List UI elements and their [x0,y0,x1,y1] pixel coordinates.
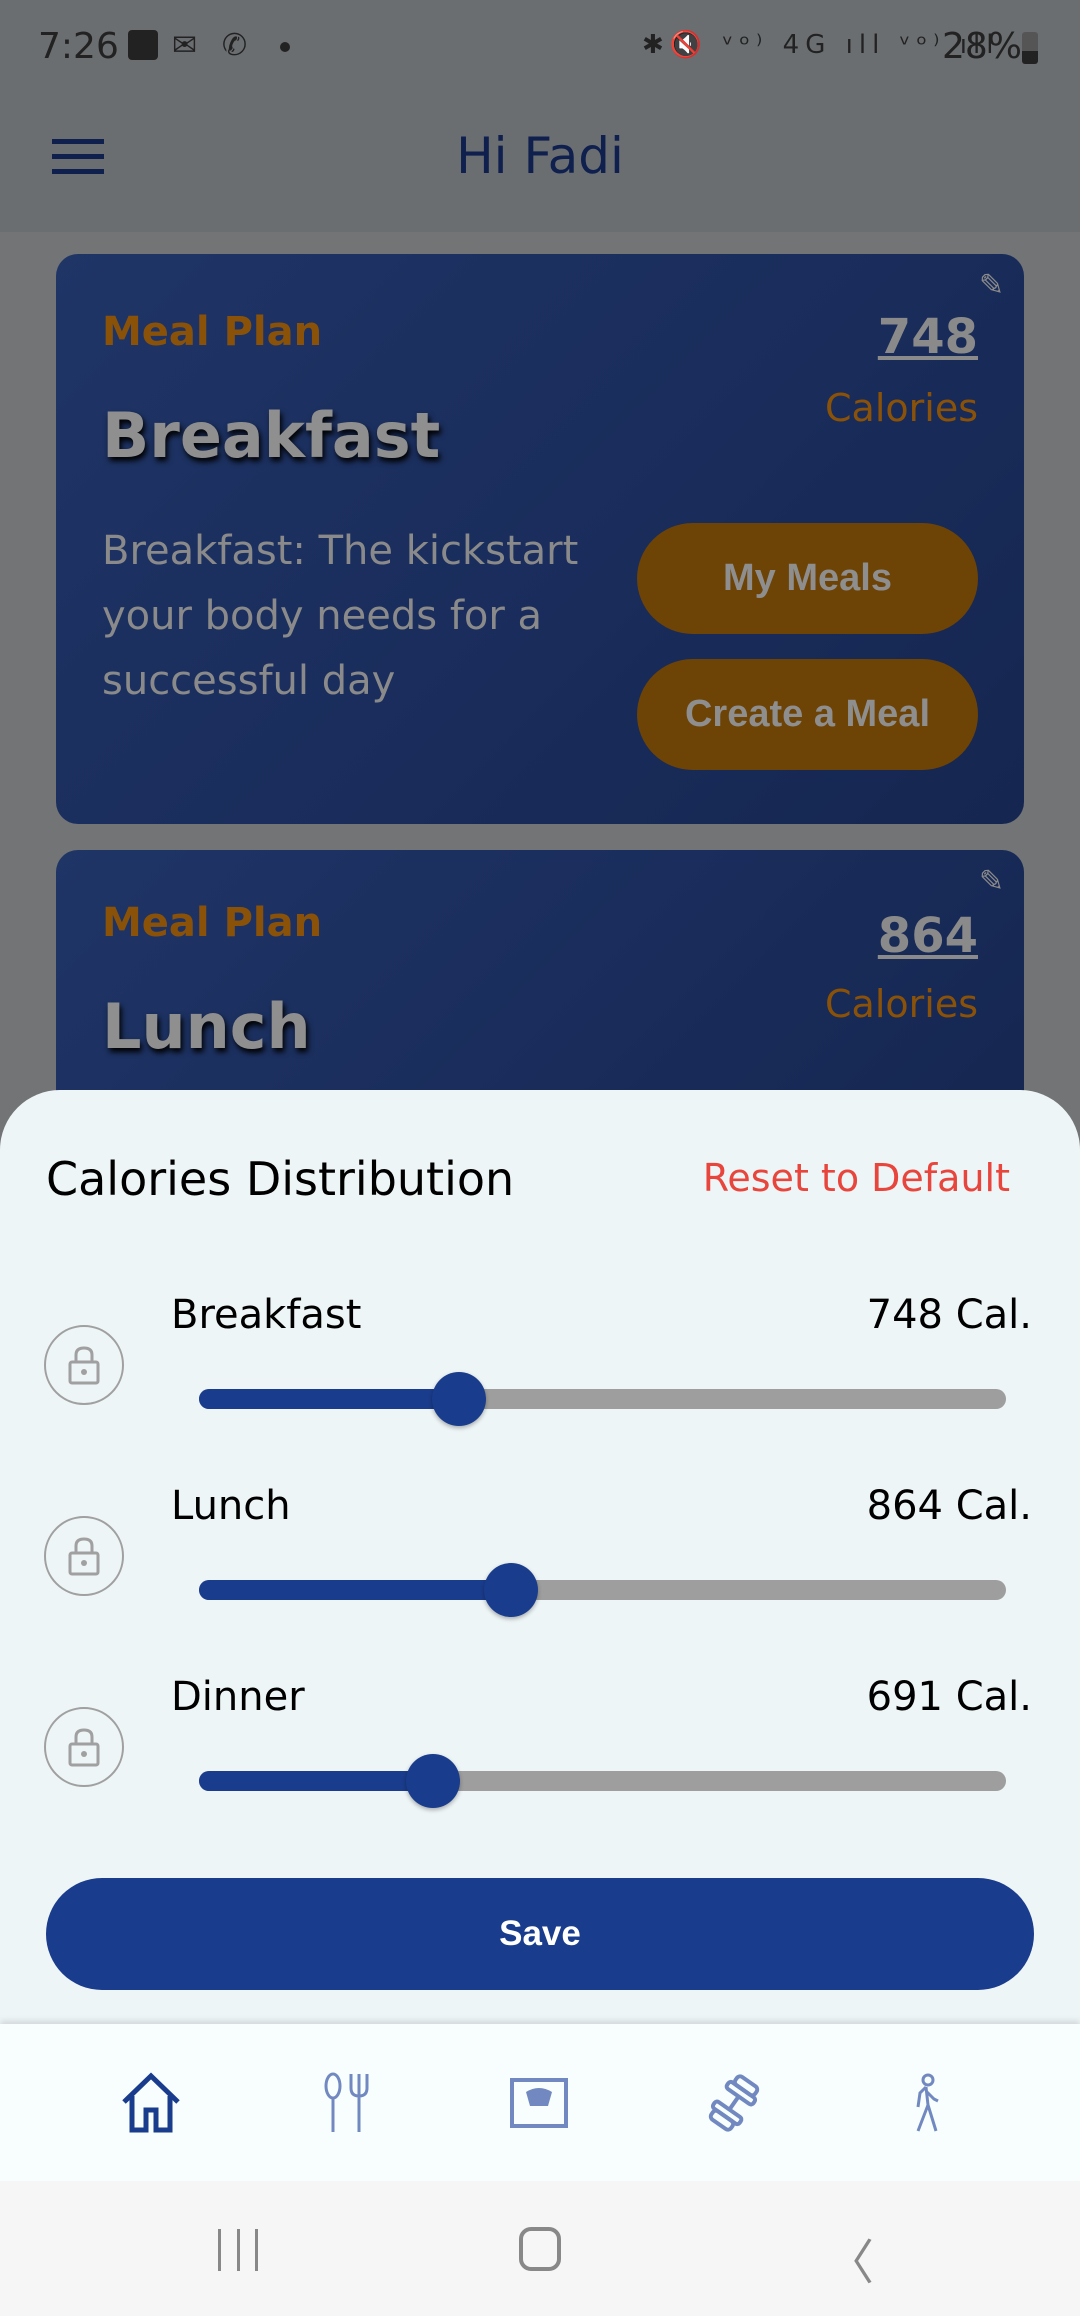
sheet-title: Calories Distribution [46,1152,515,1206]
card-calories-label: Calories [825,386,978,430]
slider-thumb[interactable] [484,1563,539,1617]
slider-thumb[interactable] [431,1372,486,1426]
lock-icon [68,1537,100,1576]
back-button[interactable]: 〈 [826,2223,874,2293]
battery-percent: 28% [942,26,1023,67]
calorie-slider[interactable] [199,1563,1006,1617]
meal-card-breakfast[interactable]: ✎ Meal Plan 748 Calories Breakfast Break… [56,254,1024,824]
lock-icon [68,1728,100,1767]
cutlery-icon [324,2072,369,2132]
nav-weight[interactable] [504,2068,574,2138]
recent-apps-button[interactable] [218,2229,258,2271]
status-bar: 7:26 ✉ ✆ ✱🔇 ᵛᵒ⁾ 4G ıll ᵛᵒ⁾ ıll 28% [0,0,1080,103]
card-kicker: Meal Plan [102,900,323,946]
card-calories-label: Calories [825,982,978,1026]
meal-label: Dinner [171,1674,305,1720]
card-title: Breakfast [102,399,441,472]
card-kicker: Meal Plan [102,309,323,355]
meal-calories: 864 Cal. [866,1483,1032,1529]
slider-thumb[interactable] [406,1754,461,1808]
lock-toggle[interactable] [44,1516,124,1596]
dot-icon [280,42,290,52]
calorie-slider[interactable] [199,1754,1006,1808]
card-calories[interactable]: 748 [878,309,978,365]
meal-calories: 691 Cal. [866,1674,1032,1720]
card-description: Breakfast: The kickstart your body needs… [102,528,579,704]
home-icon [122,2072,180,2133]
nav-workout[interactable] [699,2068,769,2138]
my-meals-button[interactable]: My Meals [637,523,978,634]
meal-label: Lunch [171,1483,291,1529]
battery-icon [1022,32,1038,64]
scale-icon [510,2078,568,2128]
card-title: Lunch [102,990,311,1063]
phone-icon: ✆ [222,28,248,63]
lock-toggle[interactable] [44,1325,124,1405]
lock-toggle[interactable] [44,1707,124,1787]
system-nav-bar: 〈 [0,2181,1080,2316]
clock: 7:26 [38,26,119,67]
walking-icon [916,2073,939,2132]
slider-fill [199,1771,434,1791]
edit-icon[interactable]: ✎ [979,268,1004,303]
bottom-nav [0,2024,1080,2181]
image-icon [128,30,158,60]
slider-fill [199,1580,512,1600]
home-button[interactable] [519,2227,561,2271]
save-button[interactable]: Save [46,1878,1034,1990]
edit-icon[interactable]: ✎ [979,864,1004,899]
calorie-slider[interactable] [199,1372,1006,1426]
nav-activity[interactable] [891,2068,961,2138]
lock-icon [68,1346,100,1385]
nav-meals[interactable] [311,2068,381,2138]
dumbbell-icon [708,2074,760,2132]
card-calories[interactable]: 864 [878,908,978,964]
nav-home[interactable] [116,2068,186,2138]
page-title: Hi Fadi [456,127,624,185]
meal-label: Breakfast [171,1292,362,1338]
meal-calories: 748 Cal. [866,1292,1032,1338]
reset-to-default-link[interactable]: Reset to Default [703,1156,1010,1200]
create-meal-button[interactable]: Create a Meal [637,659,978,770]
slider-fill [199,1389,459,1409]
app-header: Hi Fadi [0,103,1080,232]
mail-icon: ✉ [172,28,198,63]
